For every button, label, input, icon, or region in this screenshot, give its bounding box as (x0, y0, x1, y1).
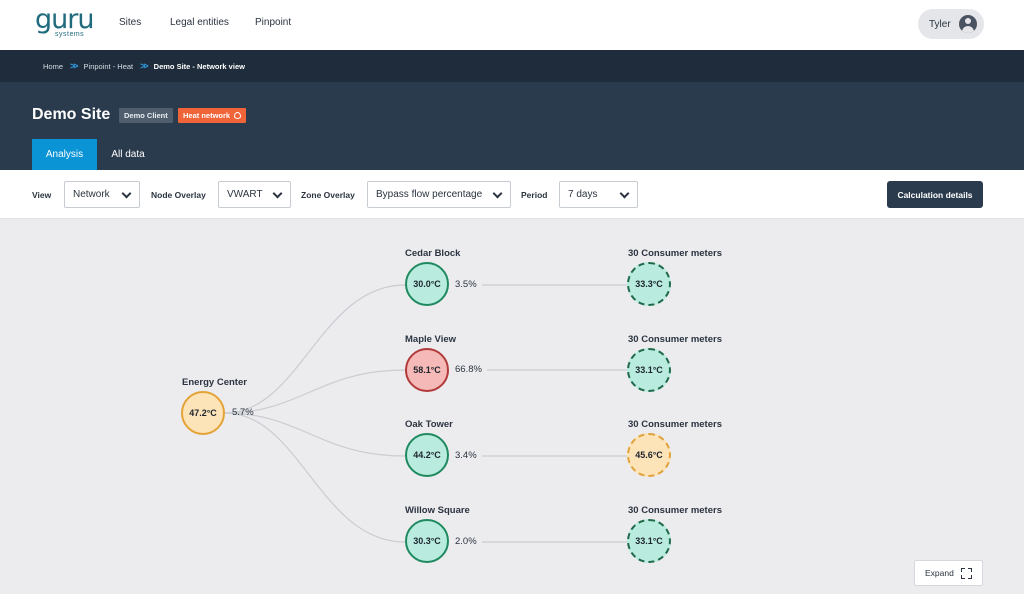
period-label: Period (521, 190, 548, 200)
logo-subtext: systems (55, 31, 85, 38)
chevron-down-icon (619, 188, 630, 199)
zone-overlay-select[interactable]: Bypass flow percentage (367, 181, 511, 208)
energy-center-node[interactable]: 47.2°C (181, 391, 225, 435)
flame-icon (234, 112, 242, 119)
branch-title-oak: Oak Tower (405, 419, 453, 430)
chevron-down-icon (121, 188, 132, 199)
site-header: Demo Site Demo Client Heat network Analy… (0, 82, 1024, 170)
consumer-title-willow: 30 Consumer meters (628, 505, 722, 516)
fullscreen-icon (961, 568, 972, 579)
top-navbar: guru systems Sites Legal entities Pinpoi… (0, 0, 1024, 50)
branch-title-maple: Maple View (405, 334, 457, 345)
connector-root-cedar (224, 284, 406, 414)
branch-node-maple[interactable]: 58.1°C (405, 348, 449, 392)
consumer-node-maple[interactable]: 33.1°C (627, 348, 671, 392)
breadcrumb-pinpoint-heat[interactable]: Pinpoint - Heat (84, 62, 134, 71)
tab-all-data[interactable]: All data (100, 139, 156, 170)
branch-pct-oak: 3.4% (455, 450, 477, 461)
energy-center-title: Energy Center (182, 377, 247, 388)
client-badge: Demo Client (119, 108, 173, 123)
consumer-node-cedar[interactable]: 33.3°C (627, 262, 671, 306)
chevron-down-icon (272, 188, 283, 199)
energy-center-pct: 5.7% (232, 407, 254, 418)
branch-node-willow[interactable]: 30.3°C (405, 519, 449, 563)
consumer-title-oak: 30 Consumer meters (628, 419, 722, 430)
page-title: Demo Site (32, 106, 111, 123)
consumer-node-oak[interactable]: 45.6°C (627, 433, 671, 477)
consumer-node-willow[interactable]: 33.1°C (627, 519, 671, 563)
branch-title-cedar: Cedar Block (405, 248, 461, 259)
chevron-double-right-icon: >> (140, 61, 148, 71)
network-diagram: Energy Center 47.2°C 5.7% Cedar Block 30… (0, 219, 1024, 594)
branch-pct-cedar: 3.5% (455, 279, 477, 290)
logo-text: guru (35, 4, 94, 35)
calculation-details-button[interactable]: Calculation details (887, 181, 983, 208)
filter-toolbar: View Network Node Overlay VWART Zone Ove… (0, 170, 1024, 219)
branch-title-willow: Willow Square (405, 505, 470, 516)
network-connectors (224, 284, 628, 543)
connector-root-willow (224, 412, 406, 543)
consumer-title-cedar: 30 Consumer meters (628, 248, 722, 259)
period-select[interactable]: 7 days (559, 181, 638, 208)
branch-pct-maple: 66.8% (455, 364, 482, 375)
view-select[interactable]: Network (64, 181, 140, 208)
tab-analysis[interactable]: Analysis (32, 139, 97, 170)
heat-network-badge: Heat network (178, 108, 247, 123)
consumer-title-maple: 30 Consumer meters (628, 334, 722, 345)
chevron-double-right-icon: >> (70, 61, 78, 71)
chevron-down-icon (492, 188, 503, 199)
expand-button[interactable]: Expand (914, 560, 983, 586)
node-overlay-select[interactable]: VWART (218, 181, 291, 208)
breadcrumb-home[interactable]: Home (43, 62, 63, 71)
branch-pct-willow: 2.0% (455, 536, 477, 547)
nav-link-sites[interactable]: Sites (119, 17, 141, 28)
user-menu-button[interactable]: Tyler (918, 9, 984, 39)
guru-logo[interactable]: guru systems (35, 4, 97, 40)
nav-link-legal-entities[interactable]: Legal entities (170, 17, 229, 28)
branch-node-cedar[interactable]: 30.0°C (405, 262, 449, 306)
branch-node-oak[interactable]: 44.2°C (405, 433, 449, 477)
zone-overlay-label: Zone Overlay (301, 190, 355, 200)
breadcrumb: Home >> Pinpoint - Heat >> Demo Site - N… (0, 50, 1024, 82)
nav-link-pinpoint[interactable]: Pinpoint (255, 17, 291, 28)
node-overlay-label: Node Overlay (151, 190, 206, 200)
user-name: Tyler (929, 18, 951, 30)
breadcrumb-current: Demo Site - Network view (153, 61, 245, 71)
user-avatar-icon (959, 15, 977, 33)
view-label: View (32, 190, 52, 200)
